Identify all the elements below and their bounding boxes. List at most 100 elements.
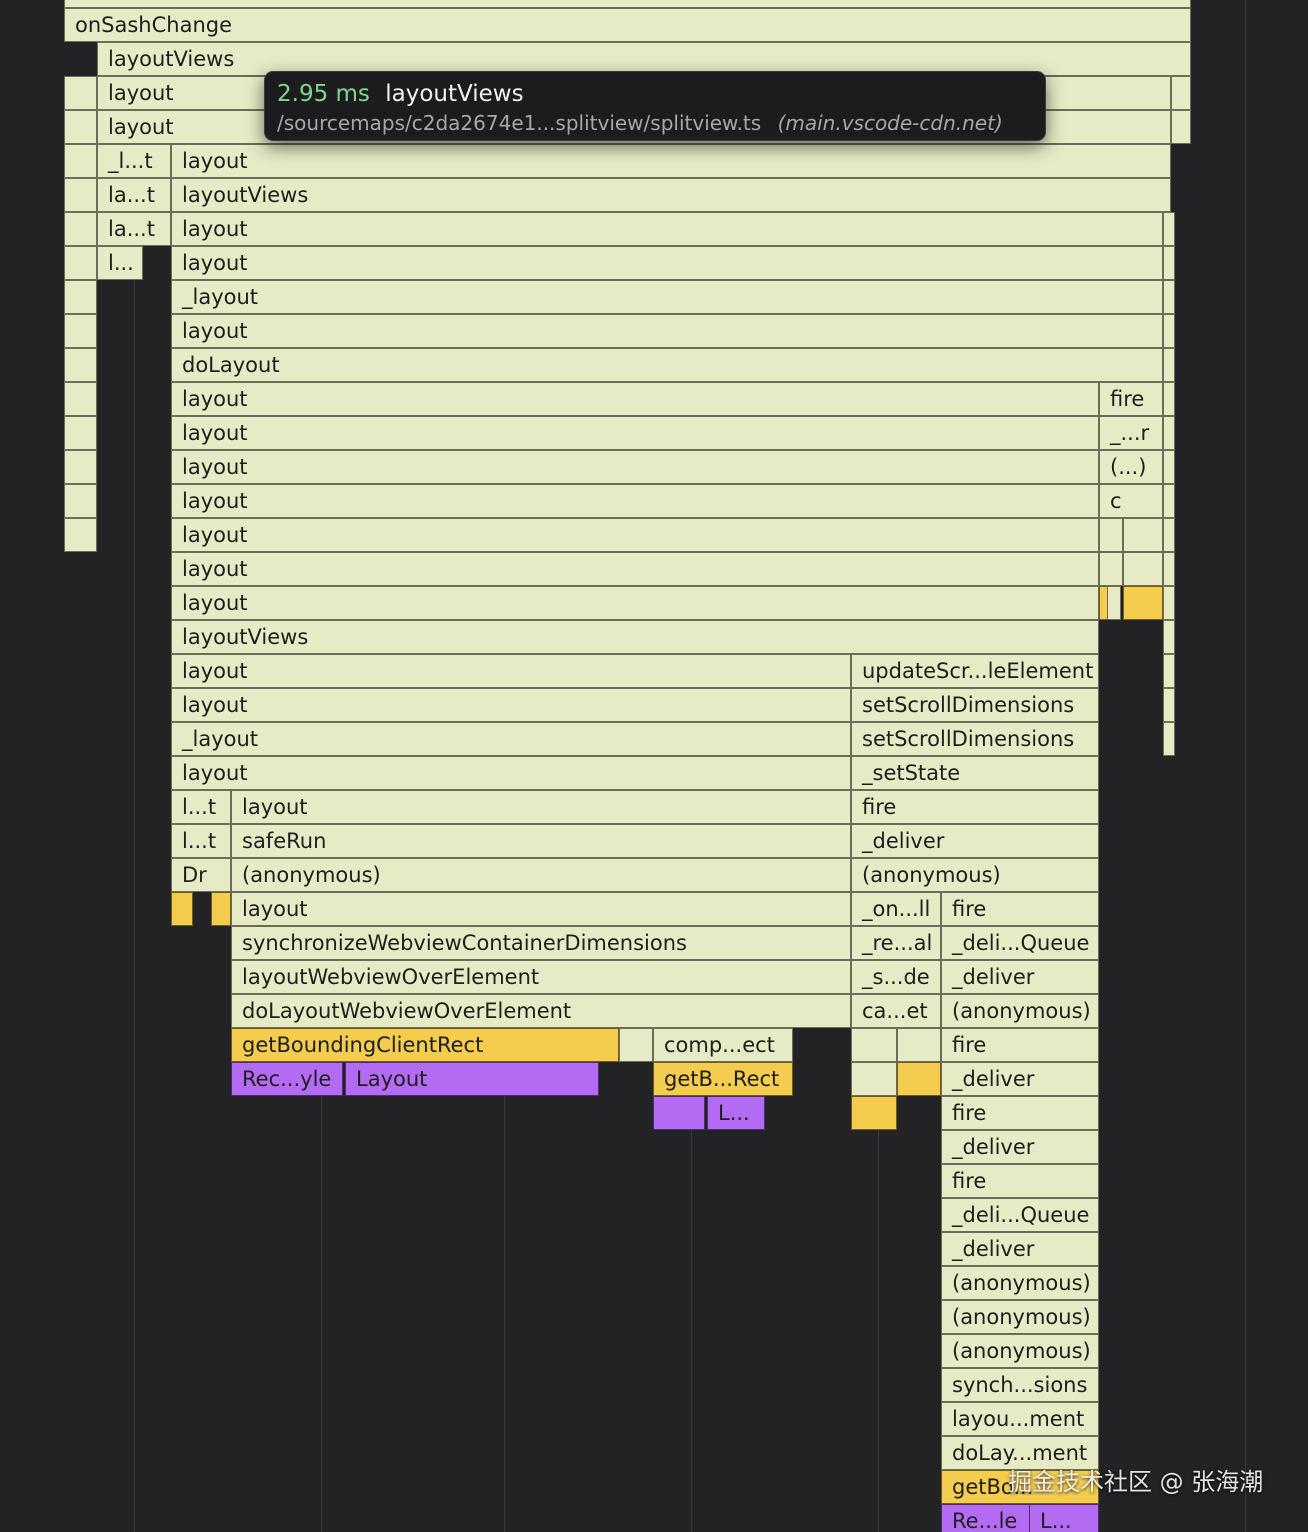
flame-frame-unlabeled[interactable] xyxy=(64,484,97,518)
flame-frame-unlabeled[interactable] xyxy=(851,1028,897,1062)
flame-frame-unlabeled[interactable] xyxy=(64,246,97,280)
flame-frame-unlabeled[interactable] xyxy=(64,280,97,314)
flame-frame-unlabeled[interactable] xyxy=(1163,552,1175,586)
flame-frame[interactable]: _deliver xyxy=(941,1232,1099,1266)
flame-frame[interactable]: layou...ment xyxy=(941,1402,1099,1436)
flame-frame-unlabeled[interactable] xyxy=(1163,314,1175,348)
flame-frame[interactable]: la...t xyxy=(97,212,171,246)
flame-frame[interactable]: fire xyxy=(851,790,1099,824)
flame-frame-unlabeled[interactable] xyxy=(64,76,97,110)
flame-frame-unlabeled[interactable] xyxy=(851,1096,897,1130)
flame-frame[interactable]: _re...al xyxy=(851,926,941,960)
flame-frame[interactable]: comp...ect xyxy=(653,1028,793,1062)
flame-frame[interactable]: _layout xyxy=(171,722,851,756)
flame-frame-unlabeled[interactable] xyxy=(1171,110,1191,144)
flame-frame-unlabeled[interactable] xyxy=(619,1028,653,1062)
flame-frame[interactable]: (anonymous) xyxy=(851,858,1099,892)
flame-frame-unlabeled[interactable] xyxy=(1163,620,1175,654)
flame-frame[interactable]: fire xyxy=(941,1096,1099,1130)
flame-frame[interactable]: layout xyxy=(171,518,1099,552)
flame-frame[interactable]: layout xyxy=(171,382,1099,416)
flame-frame-unlabeled[interactable] xyxy=(64,518,97,552)
flame-frame[interactable]: _on...ll xyxy=(851,892,941,926)
flame-frame[interactable]: synchronizeWebviewContainerDimensions xyxy=(231,926,851,960)
flame-frame-unlabeled[interactable] xyxy=(851,1062,897,1096)
flame-frame-unlabeled[interactable] xyxy=(1163,348,1175,382)
flame-frame[interactable]: updateScr...leElement xyxy=(851,654,1099,688)
flame-frame[interactable]: getB...Rect xyxy=(653,1062,793,1096)
flame-frame[interactable]: doLayout xyxy=(171,348,1163,382)
flame-frame[interactable]: _deli...Queue xyxy=(941,1198,1099,1232)
flame-frame[interactable]: layout xyxy=(171,416,1099,450)
flame-frame[interactable]: layoutWebviewOverElement xyxy=(231,960,851,994)
flame-frame-unlabeled[interactable] xyxy=(64,178,97,212)
flame-frame[interactable]: _deli...Queue xyxy=(941,926,1099,960)
flame-frame[interactable]: Dr xyxy=(171,858,231,892)
flame-frame-unlabeled[interactable] xyxy=(1163,450,1175,484)
flame-frame[interactable]: l...t xyxy=(171,824,231,858)
flame-frame-unlabeled[interactable] xyxy=(897,1062,941,1096)
flame-frame[interactable]: Rec...yle xyxy=(231,1062,343,1096)
flame-frame[interactable]: layoutViews xyxy=(171,620,1099,654)
flame-frame[interactable]: layout xyxy=(171,246,1163,280)
flame-frame-unlabeled[interactable] xyxy=(1163,416,1175,450)
flame-frame[interactable]: L... xyxy=(1029,1504,1099,1532)
flame-frame[interactable]: (anonymous) xyxy=(941,994,1099,1028)
flame-frame[interactable]: (anonymous) xyxy=(941,1300,1099,1334)
flame-frame[interactable]: _deliver xyxy=(941,1062,1099,1096)
flame-frame[interactable]: layout xyxy=(171,756,851,790)
flame-frame[interactable]: l...t xyxy=(171,790,231,824)
flame-frame[interactable]: layout xyxy=(171,314,1163,348)
flame-frame-unlabeled[interactable] xyxy=(64,212,97,246)
flame-frame-unlabeled[interactable] xyxy=(1163,382,1175,416)
flame-frame[interactable]: layout xyxy=(171,484,1099,518)
flame-frame[interactable]: _deliver xyxy=(851,824,1099,858)
flame-frame[interactable]: fire xyxy=(1099,382,1163,416)
flame-frame[interactable]: layout xyxy=(171,144,1171,178)
flame-frame[interactable]: layout xyxy=(171,688,851,722)
flame-frame-unlabeled[interactable] xyxy=(1171,76,1191,110)
flame-frame[interactable]: (anonymous) xyxy=(231,858,851,892)
flame-frame[interactable]: safeRun xyxy=(231,824,851,858)
flame-frame-unlabeled[interactable] xyxy=(1163,654,1175,688)
flame-frame-unlabeled[interactable] xyxy=(64,144,97,178)
flame-frame-unlabeled[interactable] xyxy=(1099,518,1123,552)
flame-frame-unlabeled[interactable] xyxy=(1123,552,1163,586)
flame-frame[interactable]: layout xyxy=(171,212,1163,246)
flame-frame[interactable]: (anonymous) xyxy=(941,1334,1099,1368)
flame-frame[interactable]: (...) xyxy=(1099,450,1163,484)
flame-frame-unlabeled[interactable] xyxy=(1163,212,1175,246)
flame-frame[interactable]: _s...de xyxy=(851,960,941,994)
flame-frame[interactable]: layout xyxy=(171,450,1099,484)
flame-frame[interactable]: setScrollDimensions xyxy=(851,722,1099,756)
flame-frame[interactable]: layout xyxy=(171,654,851,688)
flame-frame-unlabeled[interactable] xyxy=(171,892,193,926)
flame-frame[interactable]: _l...t xyxy=(97,144,171,178)
flame-frame[interactable]: ca...et xyxy=(851,994,941,1028)
flame-frame-unlabeled[interactable] xyxy=(1163,586,1175,620)
flame-frame-unlabeled[interactable] xyxy=(897,1028,941,1062)
flame-frame[interactable]: layout xyxy=(231,790,851,824)
flame-frame[interactable]: fire xyxy=(941,892,1099,926)
flame-frame-unlabeled[interactable] xyxy=(64,110,97,144)
flame-frame-unlabeled[interactable] xyxy=(1123,586,1163,620)
flame-frame[interactable]: (anonymous) xyxy=(941,1266,1099,1300)
flame-frame-unlabeled[interactable] xyxy=(1099,552,1123,586)
flame-frame[interactable]: doLayoutWebviewOverElement xyxy=(231,994,851,1028)
flame-frame[interactable]: layout xyxy=(171,586,1099,620)
flame-frame-unlabeled[interactable] xyxy=(64,0,1191,8)
flame-frame-unlabeled[interactable] xyxy=(1123,518,1163,552)
flame-frame[interactable]: synch...sions xyxy=(941,1368,1099,1402)
flame-frame[interactable]: L... xyxy=(707,1096,765,1130)
flame-frame-unlabeled[interactable] xyxy=(1163,484,1175,518)
flame-frame-unlabeled[interactable] xyxy=(653,1096,705,1130)
flame-frame[interactable]: la...t xyxy=(97,178,171,212)
flame-frame-unlabeled[interactable] xyxy=(64,416,97,450)
flame-frame[interactable]: layout xyxy=(231,892,851,926)
flame-frame[interactable]: layoutViews xyxy=(171,178,1171,212)
flame-frame-unlabeled[interactable] xyxy=(64,314,97,348)
flame-frame-unlabeled[interactable] xyxy=(1163,688,1175,722)
flame-frame[interactable]: fire xyxy=(941,1164,1099,1198)
flame-frame[interactable]: _...r xyxy=(1099,416,1163,450)
flame-frame-unlabeled[interactable] xyxy=(1163,518,1175,552)
